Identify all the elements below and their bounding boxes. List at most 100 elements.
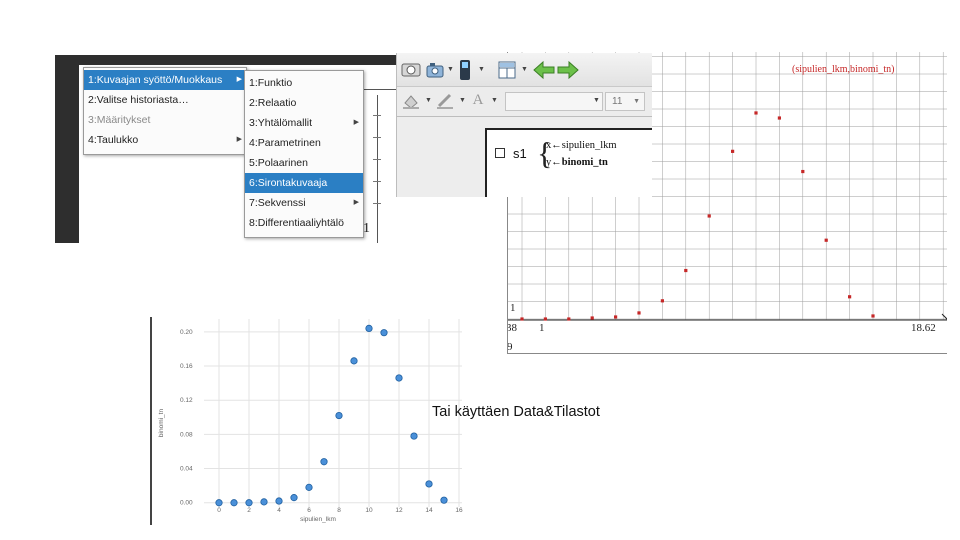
axis-tick <box>373 159 381 160</box>
menu-item-definitions: 3:Määritykset <box>84 110 246 130</box>
ds-x-tick-label: 6 <box>307 507 311 514</box>
graph-data-point[interactable] <box>660 299 664 303</box>
undo-arrow-icon[interactable] <box>533 60 555 80</box>
submenu-arrow-icon: ▶ <box>353 199 359 206</box>
ds-x-tick-label: 16 <box>455 507 463 514</box>
ds-data-point[interactable] <box>320 458 328 466</box>
menu-item-label: 6:Sirontakuvaaja <box>249 177 328 189</box>
ds-data-point[interactable] <box>395 374 403 382</box>
graph-data-point[interactable] <box>590 316 594 320</box>
menu-item-label: 3:Määritykset <box>88 114 151 126</box>
axis-tick <box>373 137 381 138</box>
axis-tick <box>373 115 381 116</box>
submenu-item-scatter-plot[interactable]: 6:Sirontakuvaaja <box>245 173 363 193</box>
tools-menu-icon[interactable] <box>401 61 421 79</box>
graph-data-point[interactable] <box>777 116 781 120</box>
ds-data-point[interactable] <box>230 499 238 507</box>
menu-item-label: 7:Sekvenssi <box>249 197 306 209</box>
submenu-item-function[interactable]: 1:Funktio <box>245 73 363 93</box>
data-statistics-screenshot: 0.00 0.04 0.08 0.12 0.16 0.20 0 2 4 6 8 10 12 14 16 b… <box>150 317 463 525</box>
window-top-bar <box>55 55 400 65</box>
ds-y-tick-label: 0.12 <box>180 397 193 404</box>
handheld-device-icon[interactable] <box>457 59 473 81</box>
ds-grid <box>204 319 462 507</box>
graph-data-point[interactable] <box>824 238 828 242</box>
ds-data-point[interactable] <box>290 494 298 502</box>
page-layout-icon[interactable] <box>497 60 517 80</box>
submenu-item-relation[interactable]: 2:Relaatio <box>245 93 363 113</box>
dropdown-arrow-icon[interactable]: ▼ <box>425 97 432 104</box>
graph-entry-menu: 1:Kuvaajan syöttö/Muokkaus ▶ 2:Valitse h… <box>83 67 247 155</box>
ds-x-tick-label: 4 <box>277 507 281 514</box>
redo-arrow-icon[interactable] <box>557 60 579 80</box>
submenu-item-equation-templates[interactable]: 3:Yhtälömallit ▶ <box>245 113 363 133</box>
dropdown-arrow-icon[interactable]: ▼ <box>478 66 485 73</box>
ds-data-point[interactable] <box>260 498 268 506</box>
ds-x-tick-label: 10 <box>365 507 373 514</box>
graph-data-point[interactable] <box>614 315 618 319</box>
toolbar-screenshot: ▼ ▼ ▼ ▼ ▼ A ▼ ▼ 11 ▼ s1 { x←sipulien_lkm… <box>396 53 652 197</box>
line-color-pen-icon[interactable] <box>435 92 455 110</box>
menu-item-table[interactable]: 4:Taulukko ▶ <box>84 130 246 150</box>
graph-data-point[interactable] <box>684 268 688 273</box>
menu-screenshot: 1 1:Kuvaajan syöttö/Muokkaus ▶ 2:Valitse… <box>55 55 400 243</box>
menu-item-label: 4:Parametrinen <box>249 137 321 149</box>
submenu-item-polar[interactable]: 5:Polaarinen <box>245 153 363 173</box>
ds-x-axis-label: sipulien_lkm <box>300 516 336 523</box>
menu-item-label: 2:Valitse historiasta… <box>88 94 189 106</box>
font-size-select[interactable]: 11 ▼ <box>605 92 645 111</box>
s1-y-definition[interactable]: y←binomi_tn <box>546 157 608 168</box>
graph-x-max-label: 18.62 <box>911 322 936 334</box>
graph-data-point[interactable] <box>520 317 524 321</box>
graph-x-min-label: 38 <box>507 322 517 334</box>
ds-data-point[interactable] <box>365 324 373 333</box>
graph-data-point[interactable] <box>731 149 735 153</box>
dropdown-arrow-icon[interactable]: ▼ <box>593 97 600 104</box>
ds-data-point[interactable] <box>425 480 433 488</box>
graph-data-point[interactable] <box>567 317 571 321</box>
ds-x-tick-labels: 0 2 4 6 8 10 12 14 16 <box>217 507 463 514</box>
graph-data-point[interactable] <box>543 317 547 321</box>
submenu-arrow-icon: ▶ <box>236 76 242 83</box>
ds-data-point[interactable] <box>245 499 253 507</box>
graph-data-point[interactable] <box>871 314 875 318</box>
ds-y-tick-label: 0.04 <box>180 466 193 473</box>
text-color-icon[interactable]: A <box>469 90 487 110</box>
ds-data-point[interactable] <box>380 329 388 337</box>
graph-data-point[interactable] <box>707 214 711 218</box>
fill-color-icon[interactable] <box>401 92 421 110</box>
ds-data-point[interactable] <box>335 411 343 420</box>
menu-item-label: 4:Taulukko <box>88 134 139 146</box>
screenshot-camera-icon[interactable] <box>425 60 445 80</box>
dropdown-arrow-icon[interactable]: ▼ <box>491 97 498 104</box>
ds-data-point[interactable] <box>305 483 313 491</box>
dropdown-arrow-icon[interactable]: ▼ <box>447 66 454 73</box>
menu-item-choose-history[interactable]: 2:Valitse historiasta… <box>84 90 246 110</box>
axis-tick <box>373 203 381 204</box>
submenu-item-sequence[interactable]: 7:Sekvenssi ▶ <box>245 193 363 213</box>
dropdown-arrow-icon[interactable]: ▼ <box>459 97 466 104</box>
ds-data-point[interactable] <box>215 499 223 507</box>
ds-data-point[interactable] <box>410 432 418 440</box>
menu-item-graph-entry[interactable]: 1:Kuvaajan syöttö/Muokkaus ▶ <box>84 70 246 90</box>
menu-item-label: 1:Kuvaajan syöttö/Muokkaus <box>88 74 223 86</box>
graph-data-point[interactable] <box>801 169 805 174</box>
ds-data-point[interactable] <box>275 497 283 505</box>
ds-data-point[interactable] <box>440 496 448 504</box>
submenu-item-differential-equation[interactable]: 8:Differentiaaliyhtälö <box>245 213 363 233</box>
menu-item-label: 2:Relaatio <box>249 97 297 109</box>
graph-data-point[interactable] <box>848 295 852 299</box>
dropdown-arrow-icon[interactable]: ▼ <box>521 66 528 73</box>
ds-data-point[interactable] <box>350 357 358 365</box>
background-axis-label: 1 <box>363 221 370 236</box>
graph-data-point[interactable] <box>754 111 758 115</box>
menu-item-label: 1:Funktio <box>249 77 293 89</box>
s1-x-definition[interactable]: x←sipulien_lkm <box>546 140 617 151</box>
submenu-arrow-icon: ▶ <box>236 136 242 143</box>
graph-data-point[interactable] <box>637 311 641 315</box>
window-left-bar <box>55 55 79 243</box>
s1-checkbox[interactable] <box>495 148 505 158</box>
font-name-select[interactable] <box>505 92 603 111</box>
submenu-item-parametric[interactable]: 4:Parametrinen <box>245 133 363 153</box>
ds-x-tick-label: 0 <box>217 507 221 514</box>
